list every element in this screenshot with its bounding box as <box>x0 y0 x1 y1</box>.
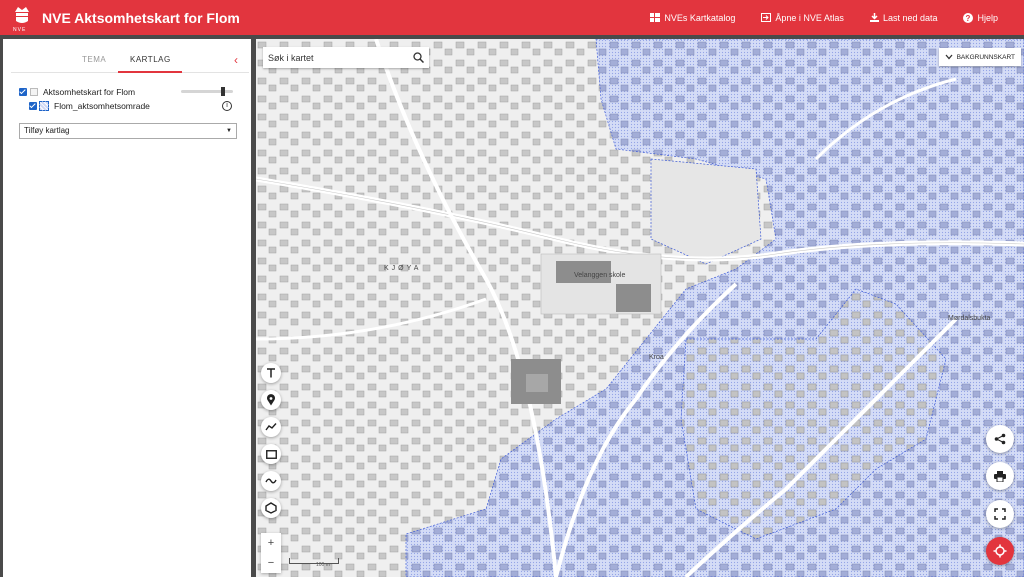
help-link[interactable]: ? Hjelp <box>963 12 998 23</box>
line-tool-button[interactable] <box>261 417 281 437</box>
scale-label: 100 m <box>316 562 330 568</box>
logo-text: NVE <box>13 26 27 33</box>
fullscreen-button[interactable] <box>986 500 1014 528</box>
zoom-out-button[interactable]: − <box>261 553 281 573</box>
kartkatalog-label: NVEs Kartkatalog <box>664 12 736 23</box>
line-tool-icon <box>265 423 277 431</box>
point-tool-icon <box>267 394 275 406</box>
tab-kartlag[interactable]: KARTLAG <box>130 55 171 64</box>
add-layer-select[interactable]: Tilføy kartlag ▼ <box>19 123 237 139</box>
share-icon <box>994 433 1006 445</box>
chevron-down-icon <box>945 54 953 60</box>
layer-label: Flom_aktsomhetsomrade <box>54 101 150 111</box>
info-icon[interactable]: i <box>222 101 232 111</box>
map-canvas[interactable] <box>256 39 1024 577</box>
chevron-left-icon[interactable]: ‹ <box>234 53 238 67</box>
place-label-school: Velanggen skole <box>574 272 626 279</box>
print-button[interactable] <box>986 462 1014 490</box>
catalog-icon <box>650 13 661 22</box>
nve-logo[interactable]: NVE <box>12 4 34 33</box>
download-link[interactable]: Last ned data <box>869 12 938 23</box>
locate-button[interactable] <box>986 537 1014 565</box>
print-icon <box>994 470 1006 482</box>
sidebar-tabs: TEMA KARTLAG ‹ <box>3 39 251 73</box>
zoom-control: + − <box>261 533 281 573</box>
basemap-button[interactable]: BAKGRUNNSKART <box>938 48 1021 66</box>
zoom-in-button[interactable]: + <box>261 533 281 553</box>
fullscreen-icon <box>994 508 1006 520</box>
opacity-slider[interactable] <box>181 87 233 96</box>
dropdown-arrow-icon: ▼ <box>226 128 232 134</box>
download-label: Last ned data <box>882 12 938 23</box>
opacity-slider-handle[interactable] <box>221 87 225 96</box>
share-button[interactable] <box>986 425 1014 453</box>
rectangle-tool-icon <box>265 449 277 459</box>
layer-group-label: Aktsomhetskart for Flom <box>43 87 136 97</box>
layer-group-row: Aktsomhetskart for Flom <box>19 87 135 97</box>
layer-group-checkbox[interactable] <box>19 88 27 96</box>
crown-icon <box>15 6 29 23</box>
scale-bar <box>289 558 339 564</box>
sidebar: TEMA KARTLAG ‹ Aktsomhetskart for Flom F… <box>3 39 251 577</box>
flood-legend-icon <box>39 101 49 111</box>
active-tab-indicator <box>118 71 182 73</box>
freehand-tool-button[interactable] <box>261 471 281 491</box>
add-layer-select-value: Tilføy kartlag <box>24 126 70 135</box>
polygon-tool-button[interactable] <box>261 498 281 518</box>
search-input[interactable] <box>268 47 408 68</box>
text-tool-icon <box>267 368 275 378</box>
open-atlas-label: Åpne i NVE Atlas <box>775 12 844 23</box>
layer-checkbox[interactable] <box>29 102 37 110</box>
polygon-tool-icon <box>265 502 277 514</box>
open-external-icon <box>761 13 772 22</box>
tab-tema[interactable]: TEMA <box>82 55 106 64</box>
app-header: NVE NVE Aktsomhetskart for Flom NVEs Kar… <box>0 0 1024 35</box>
search-box <box>263 47 429 68</box>
kartkatalog-link[interactable]: NVEs Kartkatalog <box>650 13 735 23</box>
layer-row: Flom_aktsomhetsomrade <box>29 101 150 111</box>
text-tool-button[interactable] <box>261 363 281 383</box>
freehand-tool-icon <box>265 478 277 484</box>
open-atlas-link[interactable]: Åpne i NVE Atlas <box>761 13 844 23</box>
group-legend-icon <box>30 88 38 96</box>
help-icon: ? <box>963 12 974 23</box>
search-icon[interactable] <box>413 52 424 63</box>
app-title: NVE Aktsomhetskart for Flom <box>42 9 240 26</box>
map-view[interactable]: KJØYA Velanggen skole Mørdalsbukta Kroa … <box>256 39 1024 577</box>
download-icon <box>869 13 879 22</box>
place-label-kroa: Kroa <box>649 354 664 361</box>
basemap-label: BAKGRUNNSKART <box>956 53 1015 61</box>
locate-icon <box>993 544 1007 558</box>
help-label: Hjelp <box>977 12 998 23</box>
place-label-bay: Mørdalsbukta <box>948 315 991 322</box>
point-tool-button[interactable] <box>261 390 281 410</box>
rectangle-tool-button[interactable] <box>261 444 281 464</box>
place-label-kjoya: KJØYA <box>384 265 422 272</box>
svg-text:?: ? <box>966 14 971 23</box>
